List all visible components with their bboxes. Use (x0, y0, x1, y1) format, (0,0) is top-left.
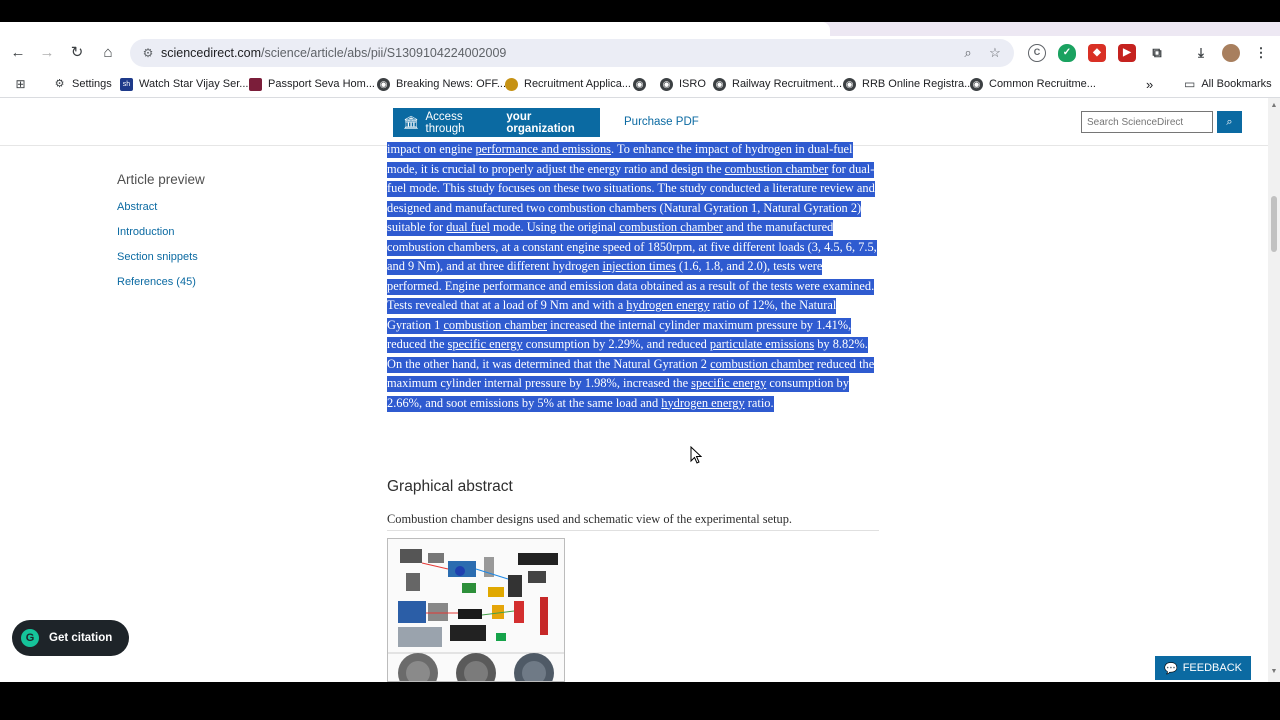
bookmark-item[interactable]: ◉ ISRO (660, 76, 706, 92)
selected-abstract-text[interactable]: impact on engine performance and emissio… (387, 142, 877, 412)
bookmark-item[interactable]: Passport Seva Hom... (249, 76, 375, 92)
url-text[interactable]: sciencedirect.com/science/article/abs/pi… (161, 46, 506, 60)
bookmark-item[interactable]: ◉ Breaking News: OFF... (377, 76, 506, 92)
bookmarks-overflow-icon[interactable]: » (1146, 76, 1153, 92)
abstract-text: impact on engine performance and emissio… (387, 140, 879, 413)
bottom-system-bar (0, 682, 1280, 720)
home-icon[interactable]: ⌂ (96, 41, 120, 65)
bookmark-item[interactable]: ⚙ Settings (53, 76, 112, 92)
nav-link-abstract[interactable]: Abstract (117, 201, 205, 213)
keyword-link[interactable]: combustion chamber (710, 357, 814, 371)
keyword-link[interactable]: dual fuel (446, 220, 490, 234)
downloads-icon[interactable]: ⤓ (1192, 44, 1210, 62)
extension-red-icon[interactable]: ◆ (1088, 44, 1106, 62)
all-bookmarks[interactable]: ▭ All Bookmarks (1184, 76, 1272, 92)
top-system-bar (0, 0, 1280, 22)
article-preview-nav: Article preview Abstract Introduction Se… (117, 172, 205, 301)
extension-c-icon[interactable]: C (1028, 44, 1046, 62)
chat-bubble-icon: 💬 (1164, 662, 1178, 675)
bookmark-item[interactable]: sh Watch Star Vijay Ser... (120, 76, 248, 92)
nav-link-section-snippets[interactable]: Section snippets (117, 251, 205, 263)
globe-icon: ◉ (713, 77, 726, 91)
avatar[interactable] (1222, 44, 1240, 62)
tab-strip (0, 22, 1280, 36)
scroll-thumb[interactable] (1271, 196, 1277, 252)
keyword-link[interactable]: hydrogen energy (626, 298, 709, 312)
browser-menu-icon[interactable]: ⋮ (1252, 44, 1270, 62)
access-through-organization-button[interactable]: 🏛 Access through your organization (393, 108, 600, 137)
bookmark-item[interactable]: Recruitment Applica... (505, 76, 631, 92)
extension-play-icon[interactable]: ▶ (1118, 44, 1136, 62)
globe-icon: ◉ (377, 77, 390, 91)
active-tab[interactable] (0, 22, 830, 36)
purchase-pdf-link[interactable]: Purchase PDF (624, 116, 699, 128)
nav-link-references[interactable]: References (45) (117, 276, 205, 288)
bookmark-item[interactable]: ◉ Common Recruitme... (970, 76, 1096, 92)
get-citation-button[interactable]: G Get citation (12, 620, 129, 656)
globe-icon: ◉ (660, 77, 673, 91)
search-input[interactable] (1081, 111, 1213, 133)
institution-icon: 🏛 (403, 114, 420, 130)
keyword-link[interactable]: injection times (603, 259, 676, 273)
grammarly-icon: G (21, 629, 39, 647)
scroll-up-icon[interactable]: ▲ (1270, 102, 1278, 110)
bookmark-star-icon[interactable]: ☆ (987, 45, 1003, 61)
graphical-abstract-title: Graphical abstract (387, 478, 513, 495)
keyword-link[interactable]: particulate emissions (710, 337, 814, 351)
divider (387, 530, 879, 531)
browser-toolbar: ← → ↻ ⌂ ⚙ sciencedirect.com/science/arti… (0, 36, 1280, 70)
scroll-down-icon[interactable]: ▼ (1270, 668, 1278, 676)
globe-icon: ◉ (633, 77, 646, 91)
site-info-icon[interactable]: ⚙ (140, 45, 156, 61)
keyword-link[interactable]: specific energy (691, 376, 766, 390)
bookmark-item[interactable]: ◉ (633, 76, 652, 92)
forward-icon[interactable]: → (35, 41, 59, 65)
keyword-link[interactable]: performance and emissions (475, 142, 611, 156)
globe-icon: ◉ (843, 77, 856, 91)
keyword-link[interactable]: combustion chamber (443, 318, 547, 332)
search-icon: ⌕ (1226, 116, 1233, 128)
graphical-abstract-image[interactable] (387, 538, 565, 682)
apps-grid-icon[interactable]: ⊞ (14, 76, 33, 92)
shield-extension-icon[interactable]: ✓ (1058, 44, 1076, 62)
reload-icon[interactable]: ↻ (65, 41, 89, 65)
graphical-abstract-caption: Combustion chamber designs used and sche… (387, 512, 793, 526)
article-preview-title: Article preview (117, 172, 205, 187)
mouse-cursor-icon (690, 446, 702, 464)
keyword-link[interactable]: hydrogen energy (661, 396, 744, 410)
feedback-button[interactable]: 💬 FEEDBACK (1155, 656, 1251, 680)
page-scrollbar[interactable]: ▲ ▼ (1268, 98, 1280, 682)
emblem-icon (505, 77, 518, 91)
bookmark-item[interactable]: ◉ Railway Recruitment... (713, 76, 842, 92)
star-vijay-icon: sh (120, 77, 133, 91)
zoom-icon[interactable]: ⌕ (960, 45, 976, 61)
passport-icon (249, 77, 262, 91)
extensions-puzzle-icon[interactable]: ⧉ (1148, 44, 1166, 62)
bookmarks-bar: ⊞ ⚙ Settings sh Watch Star Vijay Ser... Pa… (0, 70, 1280, 98)
web-page: 🏛 Access through your organization Purcha… (0, 98, 1268, 682)
sciencedirect-header: 🏛 Access through your organization Purcha… (0, 98, 1268, 146)
nav-link-introduction[interactable]: Introduction (117, 226, 205, 238)
address-bar[interactable]: ⚙ sciencedirect.com/science/article/abs/… (130, 39, 1014, 67)
search-button[interactable]: ⌕ (1217, 111, 1242, 133)
globe-icon: ◉ (970, 77, 983, 91)
gear-icon: ⚙ (53, 77, 66, 91)
keyword-link[interactable]: combustion chamber (619, 220, 723, 234)
keyword-link[interactable]: specific energy (448, 337, 523, 351)
back-icon[interactable]: ← (6, 41, 30, 65)
experimental-setup-schematic (388, 539, 564, 681)
folder-icon: ▭ (1184, 77, 1196, 91)
bookmark-item[interactable]: ◉ RRB Online Registra... (843, 76, 973, 92)
keyword-link[interactable]: combustion chamber (725, 162, 829, 176)
